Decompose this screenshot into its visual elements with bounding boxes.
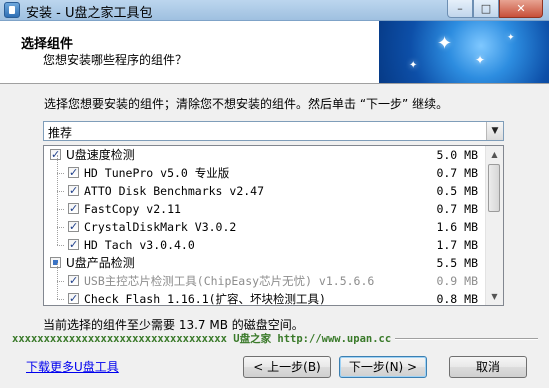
component-label: ATTO Disk Benchmarks v2.47	[84, 184, 265, 198]
chevron-down-icon[interactable]: ▼	[486, 122, 503, 140]
component-row[interactable]: ATTO Disk Benchmarks v2.47 0.5 MB	[44, 173, 484, 200]
component-row[interactable]: USB主控芯片检测工具(ChipEasy芯片无忧) v1.5.6.6 0.9 MB	[44, 263, 484, 290]
maximize-button[interactable]: □	[473, 0, 499, 18]
component-label: HD TunePro v5.0 专业版	[84, 166, 230, 180]
scroll-up-arrow-icon[interactable]: ▲	[486, 146, 503, 163]
tree-connector	[57, 173, 64, 174]
tree-connector	[57, 227, 58, 245]
component-row[interactable]: HD Tach v3.0.4.0 1.7 MB	[44, 227, 484, 254]
install-type-select[interactable]: 推荐 ▼	[43, 121, 504, 141]
component-checkbox[interactable]	[68, 290, 79, 305]
component-label: USB主控芯片检测工具(ChipEasy芯片无忧) v1.5.6.6	[84, 274, 375, 288]
minimize-button[interactable]: –	[447, 0, 473, 18]
component-checkbox[interactable]	[68, 164, 79, 182]
component-label: U盘速度检测	[66, 148, 135, 162]
component-label: FastCopy v2.11	[84, 202, 181, 216]
next-button[interactable]: 下一步(N) >	[339, 356, 427, 378]
component-size: 1.6 MB	[436, 220, 478, 234]
component-checkbox[interactable]	[68, 218, 79, 236]
tree-connector	[57, 227, 64, 228]
cancel-button[interactable]: 取消	[449, 356, 527, 378]
component-size: 5.5 MB	[436, 256, 478, 270]
component-size: 0.5 MB	[436, 184, 478, 198]
component-label: U盘产品检测	[66, 256, 135, 270]
installer-app-icon	[4, 2, 20, 18]
component-row[interactable]: Check Flash 1.16.1(扩容、坏块检测工具) 0.8 MB	[44, 281, 484, 306]
component-checkbox[interactable]	[68, 272, 79, 290]
component-row[interactable]: U盘速度检测 5.0 MB	[44, 146, 484, 164]
tree-connector	[57, 263, 58, 281]
component-label: Check Flash 1.16.1(扩容、坏块检测工具)	[84, 292, 326, 306]
back-button[interactable]: < 上一步(B)	[243, 356, 331, 378]
page-subtitle: 您想安装哪些程序的组件？	[43, 53, 188, 67]
scroll-down-arrow-icon[interactable]: ▼	[486, 288, 503, 305]
component-size: 1.7 MB	[436, 238, 478, 252]
instruction-text: 选择您想要安装的组件；清除您不想安装的组件。然后单击 “下一步” 继续。	[44, 97, 449, 111]
wizard-header: 选择组件 您想安装哪些程序的组件？ ✦ ✦ ✦ ✦	[0, 21, 549, 84]
close-button[interactable]: ✕	[499, 0, 543, 18]
component-row[interactable]: U盘产品检测 5.5 MB	[44, 254, 484, 272]
tree-connector	[57, 281, 64, 282]
component-checkbox[interactable]	[68, 182, 79, 200]
tree-connector	[57, 209, 58, 227]
tree-connector	[57, 209, 64, 210]
title-bar: 安装 - U盘之家工具包 – □ ✕	[0, 0, 549, 21]
component-size: 0.8 MB	[436, 292, 478, 306]
component-checkbox[interactable]	[68, 236, 79, 254]
page-title: 选择组件	[21, 37, 74, 52]
component-size: 5.0 MB	[436, 148, 478, 162]
tree-connector	[57, 281, 58, 299]
tree-connector	[57, 191, 64, 192]
sparkle-icon: ✦	[409, 60, 418, 71]
component-label: HD Tach v3.0.4.0	[84, 238, 195, 252]
tree-connector	[57, 245, 64, 246]
component-checkbox[interactable]	[50, 146, 61, 164]
component-size: 0.7 MB	[436, 202, 478, 216]
component-list-scrollbar[interactable]: ▲ ▼	[485, 146, 503, 305]
component-row[interactable]: CrystalDiskMark V3.0.2 1.6 MB	[44, 209, 484, 236]
tree-connector	[57, 191, 58, 209]
component-rows: U盘速度检测5.0 MBHD TunePro v5.0 专业版0.7 MBATT…	[44, 146, 484, 306]
window-title: 安装 - U盘之家工具包	[26, 6, 153, 21]
brand-line: xxxxxxxxxxxxxxxxxxxxxxxxxxxxxxxxxx U盘之家 …	[12, 331, 396, 346]
sparkle-icon: ✦	[437, 33, 453, 54]
window-controls: – □ ✕	[447, 0, 543, 19]
component-size: 0.9 MB	[436, 274, 478, 288]
tree-connector	[57, 299, 64, 300]
header-banner-image: ✦ ✦ ✦ ✦	[379, 21, 549, 83]
scrollbar-thumb[interactable]	[488, 164, 500, 212]
component-checkbox[interactable]	[50, 257, 61, 268]
install-type-value: 推荐	[48, 126, 73, 140]
component-row[interactable]: FastCopy v2.11 0.7 MB	[44, 191, 484, 218]
tree-connector	[57, 155, 58, 173]
component-label: CrystalDiskMark V3.0.2	[84, 220, 237, 234]
sparkle-icon: ✦	[507, 33, 515, 43]
sparkle-icon: ✦	[475, 53, 486, 67]
tree-connector	[57, 173, 58, 191]
component-list[interactable]: U盘速度检测5.0 MBHD TunePro v5.0 专业版0.7 MBATT…	[43, 145, 504, 306]
component-size: 0.7 MB	[436, 166, 478, 180]
component-checkbox[interactable]	[68, 200, 79, 218]
download-more-tools-link[interactable]: 下载更多U盘工具	[26, 358, 119, 375]
component-row[interactable]: HD TunePro v5.0 专业版 0.7 MB	[44, 155, 484, 182]
